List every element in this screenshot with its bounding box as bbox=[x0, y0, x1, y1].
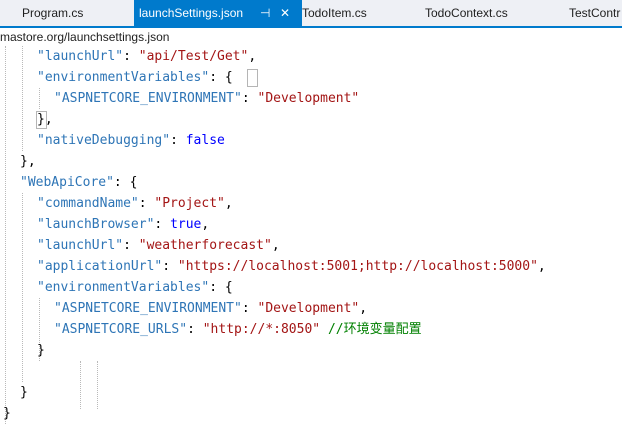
code-token-punct: , bbox=[359, 301, 368, 316]
code-token-key: "environmentVariables" bbox=[37, 70, 210, 85]
code-token-punct: : bbox=[162, 259, 178, 274]
code-token-punct: , bbox=[224, 196, 233, 211]
indent-guide bbox=[80, 361, 81, 409]
pin-icon[interactable]: ⊣ bbox=[260, 0, 270, 26]
code-line: } bbox=[3, 403, 11, 424]
code-line: "commandName": "Project", bbox=[37, 193, 233, 214]
code-line: "environmentVariables": { bbox=[37, 277, 233, 298]
code-line: "launchBrowser": true, bbox=[37, 214, 209, 235]
code-token-keyword: false bbox=[185, 133, 225, 148]
code-line: } bbox=[20, 382, 28, 403]
code-token-punct: : bbox=[187, 322, 203, 337]
code-token-punct: , bbox=[537, 259, 546, 274]
code-line: "launchUrl": "api/Test/Get", bbox=[37, 46, 256, 67]
code-token-key: "launchBrowser" bbox=[37, 217, 155, 232]
code-token-key: "ASPNETCORE_URLS" bbox=[54, 322, 188, 337]
code-token-string: "Development" bbox=[257, 91, 360, 106]
code-token-string: "api/Test/Get" bbox=[138, 49, 249, 64]
code-token-string: "Project" bbox=[154, 196, 225, 211]
code-token-punct: } bbox=[3, 406, 11, 421]
tab-label: TestContr bbox=[569, 6, 621, 20]
tab-todocontext-cs[interactable]: TodoContext.cs bbox=[425, 0, 508, 26]
code-token-string: "Development" bbox=[257, 301, 360, 316]
code-token-punct: : { bbox=[113, 175, 138, 190]
code-line: "applicationUrl": "https://localhost:500… bbox=[37, 256, 546, 277]
code-token-punct: : bbox=[123, 238, 139, 253]
code-line: "launchUrl": "weatherforecast", bbox=[37, 235, 280, 256]
close-icon[interactable]: ✕ bbox=[280, 0, 290, 26]
code-token-key: "applicationUrl" bbox=[37, 259, 163, 274]
indent-guide bbox=[97, 361, 98, 409]
schema-path-bar[interactable]: mastore.org/launchsettings.json bbox=[0, 28, 622, 46]
code-line: "nativeDebugging": false bbox=[37, 130, 225, 151]
code-token-key: "nativeDebugging" bbox=[37, 133, 171, 148]
code-token-punct: } bbox=[37, 343, 45, 358]
code-token-punct: }, bbox=[20, 154, 36, 169]
code-line: }, bbox=[37, 109, 53, 130]
tab-label: Program.cs bbox=[22, 6, 84, 20]
indent-guide bbox=[22, 46, 23, 151]
indent-guide bbox=[5, 46, 6, 424]
tab-program-cs[interactable]: Program.cs bbox=[22, 0, 83, 26]
code-line: "WebApiCore": { bbox=[20, 172, 137, 193]
code-token-string: "https://localhost:5001;http://localhost… bbox=[177, 259, 538, 274]
code-token-string: "http://*:8050" bbox=[202, 322, 321, 337]
code-line: "ASPNETCORE_ENVIRONMENT": "Development" bbox=[54, 88, 359, 109]
indent-guide bbox=[39, 88, 40, 109]
code-token-key: "launchUrl" bbox=[37, 238, 124, 253]
brace-match-highlight bbox=[247, 69, 258, 87]
code-token-key: "commandName" bbox=[37, 196, 139, 211]
code-token-punct: , bbox=[248, 49, 257, 64]
code-line: "environmentVariables": { bbox=[37, 67, 233, 88]
code-line: }, bbox=[20, 151, 36, 172]
code-token-punct: : { bbox=[209, 280, 233, 295]
code-token-punct: { bbox=[224, 70, 233, 85]
schema-path: mastore.org/launchsettings.json bbox=[0, 30, 170, 44]
code-editor[interactable]: "launchUrl": "api/Test/Get", "environmen… bbox=[0, 46, 622, 445]
code-token-comment: //环境变量配置 bbox=[327, 322, 422, 337]
code-token-key: "environmentVariables" bbox=[37, 280, 210, 295]
code-line: "ASPNETCORE_URLS": "http://*:8050" //环境变… bbox=[54, 319, 422, 340]
code-token-punct: : bbox=[154, 217, 171, 232]
tab-testcontroller[interactable]: TestContr bbox=[569, 0, 620, 26]
code-token-string: "weatherforecast" bbox=[138, 238, 272, 253]
code-token-punct: , bbox=[271, 238, 280, 253]
code-line: "ASPNETCORE_ENVIRONMENT": "Development", bbox=[54, 298, 367, 319]
code-token-key: "WebApiCore" bbox=[20, 175, 114, 190]
code-token-punct: }, bbox=[37, 112, 53, 127]
indent-guide bbox=[22, 193, 23, 382]
tab-label: TodoItem.cs bbox=[302, 6, 367, 20]
code-token-punct: , bbox=[201, 217, 210, 232]
code-token-punct: } bbox=[20, 385, 28, 400]
code-token-punct: : bbox=[241, 91, 258, 106]
code-token-punct: : bbox=[170, 133, 186, 148]
code-token-key: "ASPNETCORE_ENVIRONMENT" bbox=[54, 301, 242, 316]
code-token-key: "launchUrl" bbox=[37, 49, 124, 64]
code-token-punct: : bbox=[138, 196, 155, 211]
tab-todoitem-cs[interactable]: TodoItem.cs bbox=[302, 0, 367, 26]
tab-label: TodoContext.cs bbox=[425, 6, 508, 20]
code-token-keyword: true bbox=[170, 217, 202, 232]
code-token-punct: : bbox=[123, 49, 139, 64]
code-token-punct: : bbox=[209, 70, 225, 85]
code-token-punct bbox=[320, 322, 328, 337]
tab-label: launchSettings.json bbox=[139, 6, 244, 20]
code-token-key: "ASPNETCORE_ENVIRONMENT" bbox=[54, 91, 242, 106]
code-line: } bbox=[37, 340, 45, 361]
editor-tab-bar: Program.cs launchSettings.json ⊣ ✕ TodoI… bbox=[0, 0, 622, 28]
code-token-punct: : bbox=[241, 301, 258, 316]
tab-launchsettings-json[interactable]: launchSettings.json ⊣ ✕ bbox=[134, 0, 302, 26]
